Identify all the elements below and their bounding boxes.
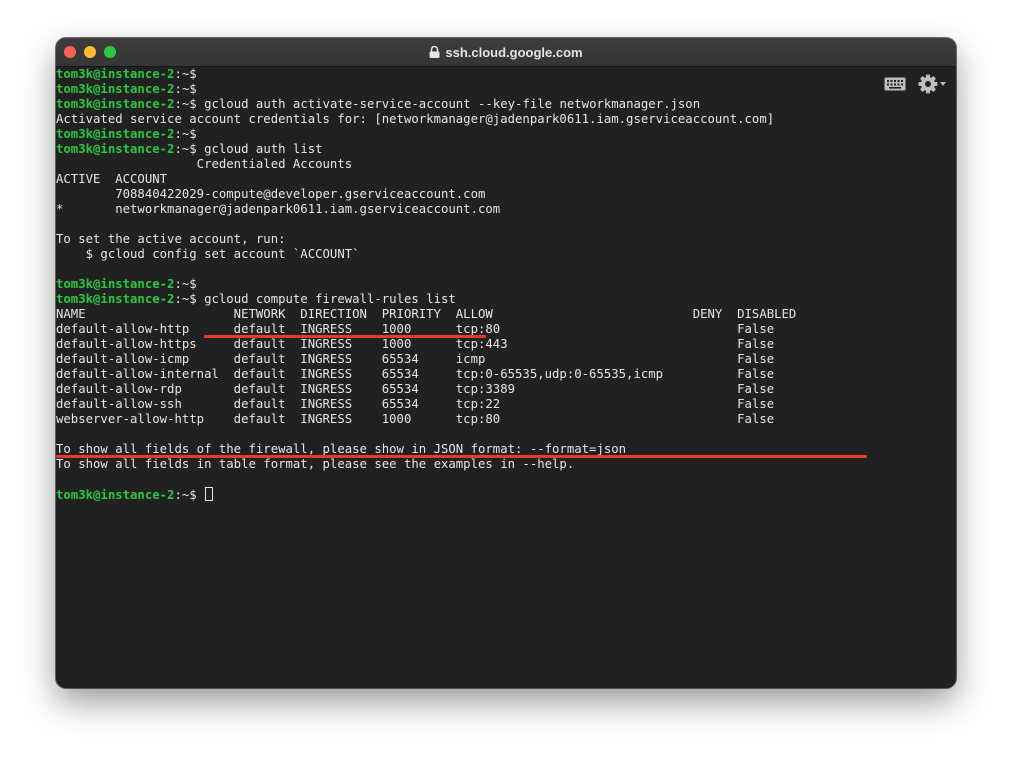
table-row: webserver-allow-http default INGRESS 100… <box>56 412 775 426</box>
table-row: default-allow-internal default INGRESS 6… <box>56 367 775 381</box>
prompt-sep: :~$ <box>174 127 205 141</box>
output-line: To set the active account, run: <box>56 232 286 246</box>
prompt-sep: :~$ <box>174 97 205 111</box>
prompt-sep: :~$ <box>174 142 205 156</box>
prompt-sep: :~$ <box>174 277 205 291</box>
prompt-user: tom3k@instance-2 <box>56 67 175 81</box>
table-row: default-allow-rdp default INGRESS 65534 … <box>56 382 775 396</box>
output-line: 708840422029-compute@developer.gservicea… <box>56 187 486 201</box>
table-row: default-allow-https default INGRESS 1000… <box>56 337 775 351</box>
terminal-line: tom3k@instance-2:~$ gcloud auth activate… <box>56 97 956 112</box>
browser-window: ssh.cloud.google.com tom3k@instance-2:~$… <box>56 38 956 688</box>
output-line: ACTIVE ACCOUNT <box>56 172 168 186</box>
prompt-sep: :~$ <box>174 488 205 502</box>
prompt-user: tom3k@instance-2 <box>56 142 175 156</box>
output-line: Credentialed Accounts <box>56 157 353 171</box>
output-line: To show all fields in table format, plea… <box>56 457 575 471</box>
output-line: $ gcloud config set account `ACCOUNT` <box>56 247 360 261</box>
prompt-sep: :~$ <box>174 67 205 81</box>
prompt-user: tom3k@instance-2 <box>56 277 175 291</box>
prompt-sep: :~$ <box>174 82 205 96</box>
prompt-user: tom3k@instance-2 <box>56 97 175 111</box>
command-text: gcloud auth activate-service-account --k… <box>204 97 701 111</box>
command-text: gcloud auth list <box>204 142 323 156</box>
terminal-line: tom3k@instance-2:~$ gcloud compute firew… <box>56 292 956 307</box>
lock-icon <box>429 46 440 58</box>
prompt-user: tom3k@instance-2 <box>56 127 175 141</box>
command-underline-annotation <box>204 335 486 338</box>
table-header: NAME NETWORK DIRECTION PRIORITY ALLOW DE… <box>56 307 797 321</box>
prompt-sep: :~$ <box>174 292 205 306</box>
table-row: default-allow-icmp default INGRESS 65534… <box>56 352 775 366</box>
terminal-line: tom3k@instance-2:~$ <box>56 487 956 502</box>
output-line: Activated service account credentials fo… <box>56 112 775 126</box>
table-row: default-allow-ssh default INGRESS 65534 … <box>56 397 775 411</box>
window-title-area: ssh.cloud.google.com <box>56 38 956 66</box>
text-cursor[interactable] <box>205 487 214 501</box>
terminal-output[interactable]: tom3k@instance-2:~$ tom3k@instance-2:~$ … <box>56 67 956 688</box>
prompt-user: tom3k@instance-2 <box>56 292 175 306</box>
table-underline-annotation <box>56 455 867 458</box>
terminal-line: tom3k@instance-2:~$ <box>56 127 956 142</box>
output-line: * networkmanager@jadenpark0611.iam.gserv… <box>56 202 501 216</box>
title-bar: ssh.cloud.google.com <box>56 38 956 67</box>
prompt-user: tom3k@instance-2 <box>56 82 175 96</box>
terminal-line: tom3k@instance-2:~$ gcloud auth list <box>56 142 956 157</box>
terminal-line: tom3k@instance-2:~$ <box>56 82 956 97</box>
window-title: ssh.cloud.google.com <box>445 44 583 60</box>
terminal-line: tom3k@instance-2:~$ <box>56 277 956 292</box>
prompt-user: tom3k@instance-2 <box>56 488 175 502</box>
terminal-line: tom3k@instance-2:~$ <box>56 67 956 82</box>
table-row: default-allow-http default INGRESS 1000 … <box>56 322 775 336</box>
command-text: gcloud compute firewall-rules list <box>204 292 456 306</box>
